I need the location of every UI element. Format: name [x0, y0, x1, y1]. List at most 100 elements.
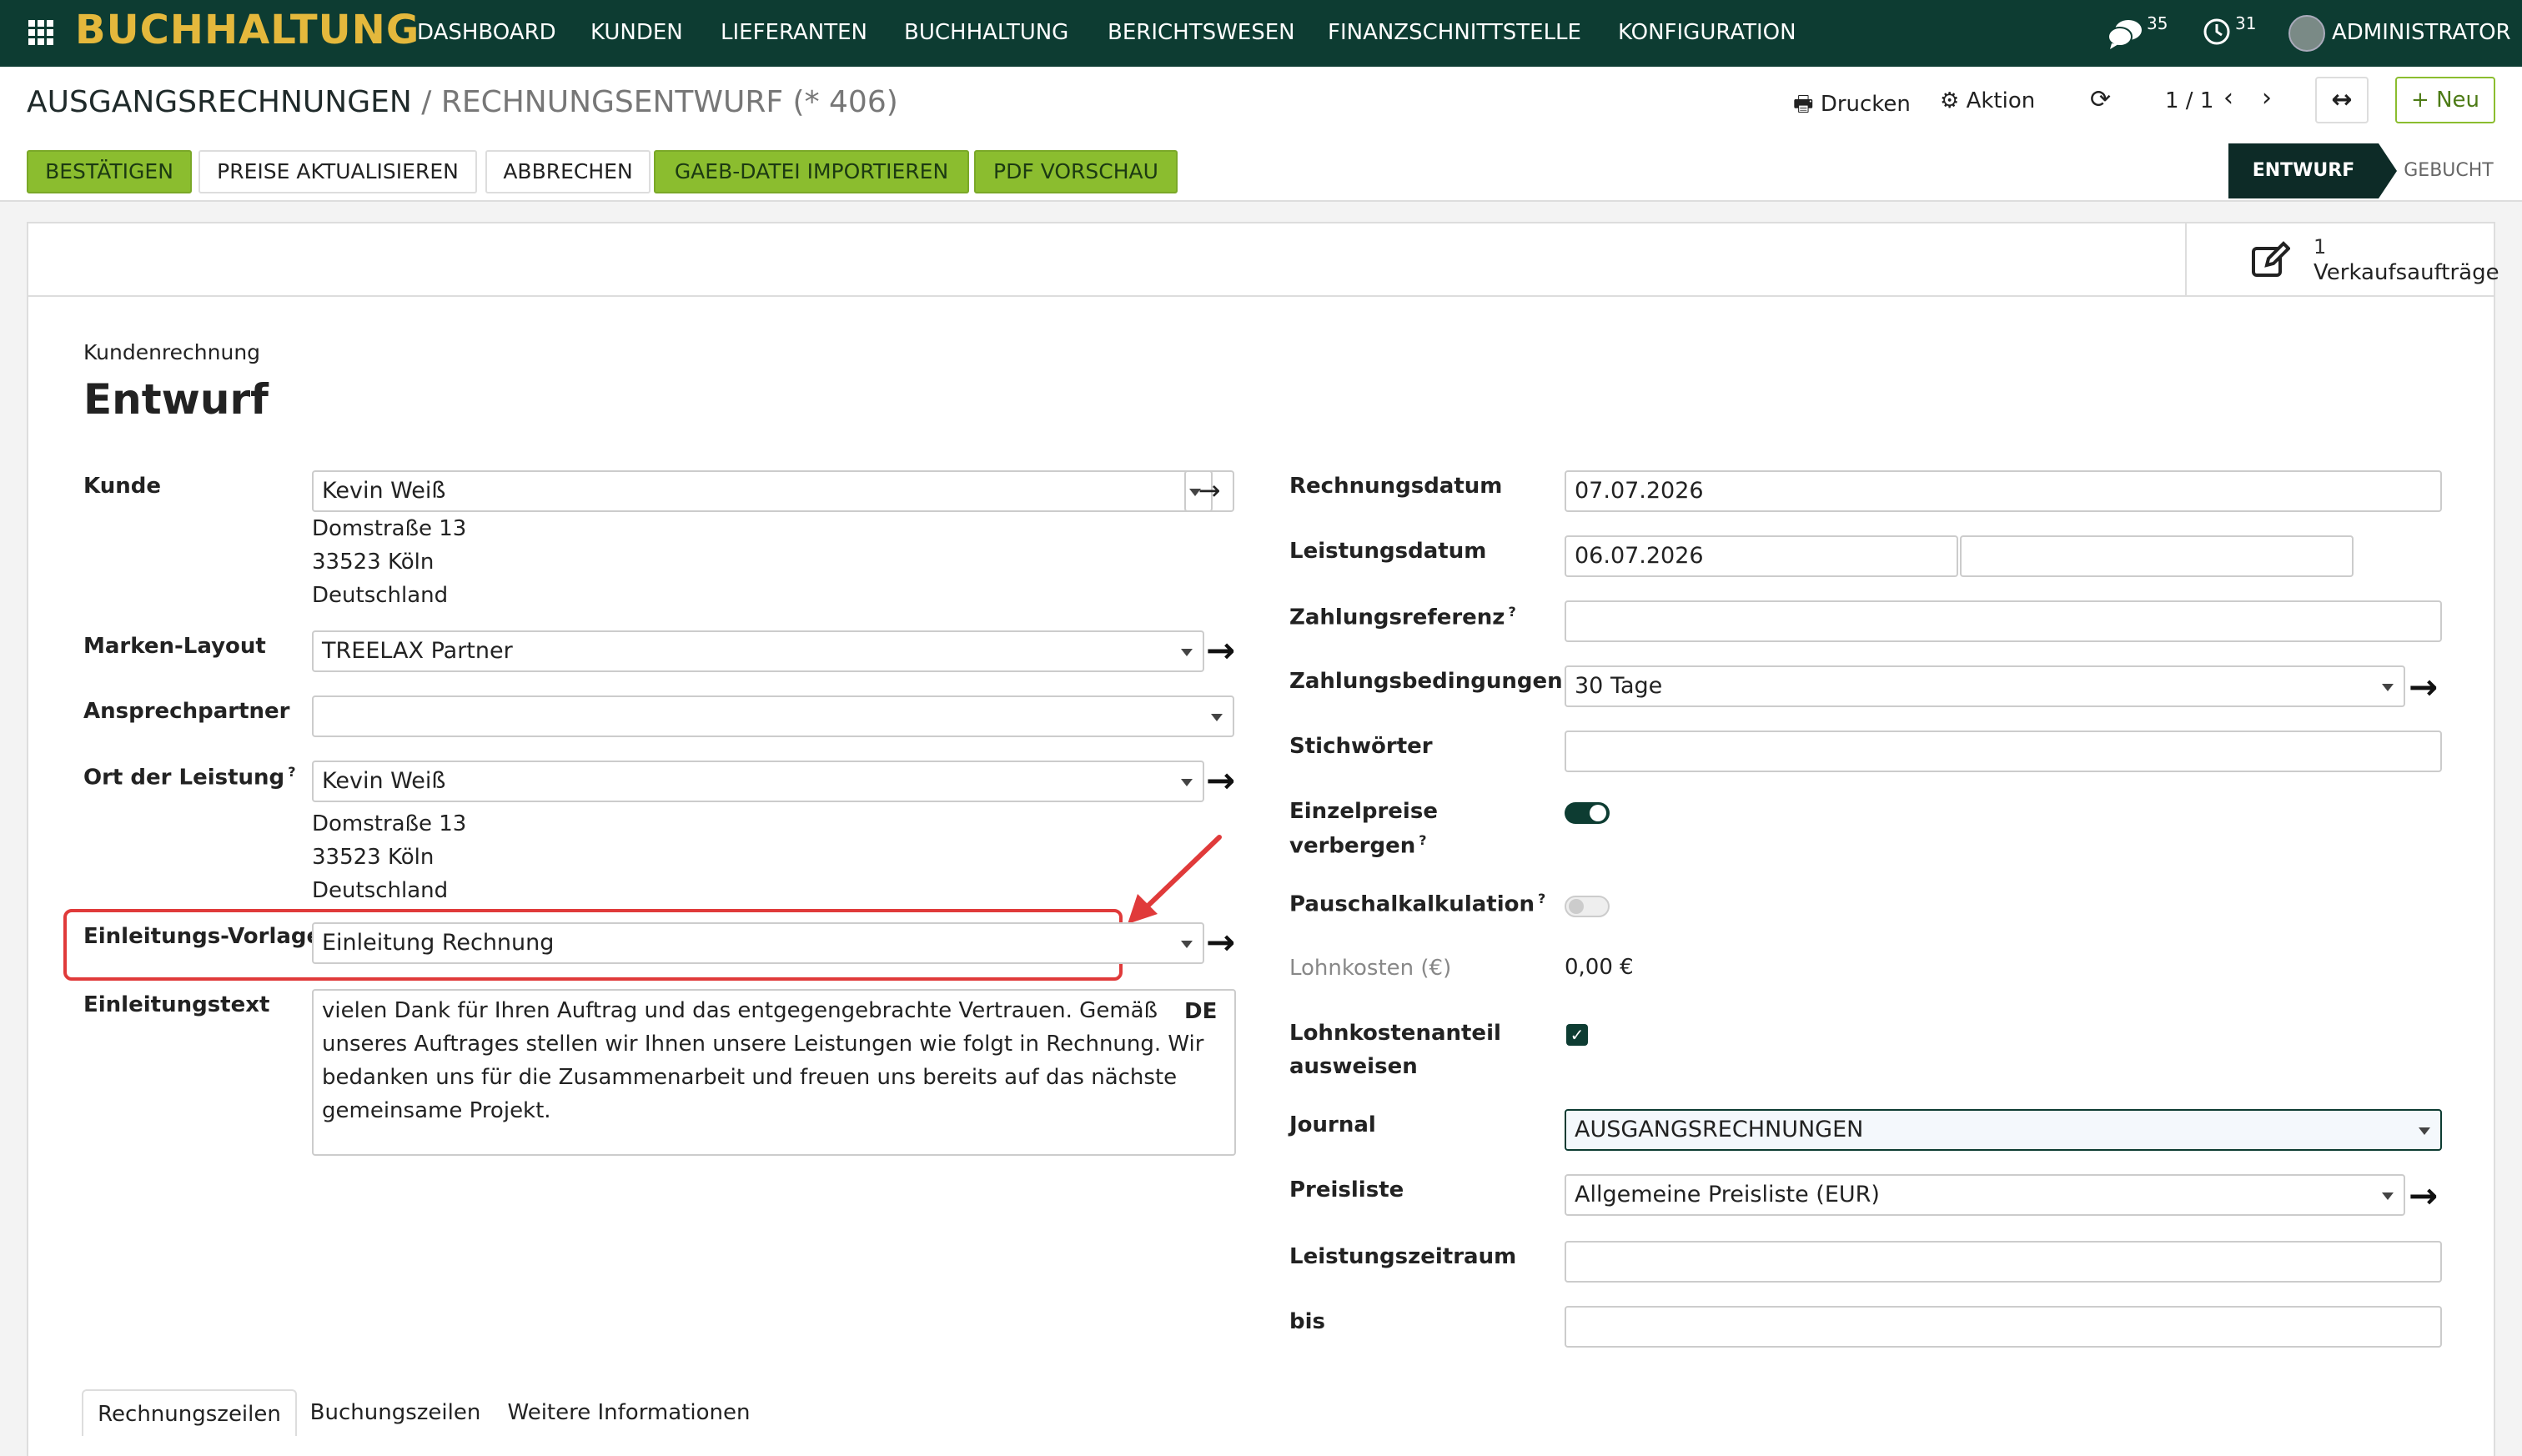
customer-value: Kevin Weiß	[322, 478, 446, 504]
top-navbar: BUCHHALTUNG DASHBOARD KUNDEN LIEFERANTEN…	[0, 0, 2522, 67]
brand-layout-open-icon[interactable]: →	[1206, 633, 1235, 668]
status-draft[interactable]: ENTWURF	[2228, 143, 2379, 198]
payment-terms-select[interactable]: 30 Tage	[1565, 665, 2405, 707]
service-date-input[interactable]: 06.07.2026	[1565, 535, 1958, 577]
nav-berichtswesen[interactable]: BERICHTSWESEN	[1108, 20, 1295, 45]
clock-icon[interactable]	[2202, 17, 2232, 47]
hide-prices-label-cont: verbergen?	[1289, 832, 1427, 859]
nav-kunden[interactable]: KUNDEN	[590, 20, 683, 45]
tags-input[interactable]	[1565, 731, 2442, 772]
pricelist-open-icon[interactable]: →	[2409, 1178, 2438, 1213]
tags-label: Stichwörter	[1289, 734, 1433, 759]
printer-icon: 🖶	[1793, 92, 1814, 117]
until-input[interactable]	[1565, 1306, 2442, 1348]
customer-open-icon[interactable]: →	[1184, 470, 1234, 512]
edit-icon	[2252, 241, 2290, 277]
tab-invoice-lines[interactable]: Rechnungszeilen	[82, 1389, 297, 1436]
flat-calc-toggle[interactable]	[1565, 896, 1610, 917]
service-date-end-input[interactable]	[1960, 535, 2354, 577]
flat-calc-label-text: Pauschalkalkulation	[1289, 891, 1535, 917]
service-address-country: Deutschland	[312, 878, 449, 903]
sales-orders-count: 1	[2314, 235, 2327, 259]
messages-icon[interactable]	[2107, 17, 2143, 50]
service-place-open-icon[interactable]: →	[1206, 763, 1235, 798]
customer-select[interactable]: Kevin Weiß	[312, 470, 1213, 512]
status-posted[interactable]: GEBUCHT	[2397, 143, 2500, 198]
contact-select[interactable]	[312, 695, 1234, 737]
expand-width-icon[interactable]: ↔	[2315, 77, 2369, 123]
intro-template-select[interactable]: Einleitung Rechnung	[312, 922, 1204, 964]
payment-terms-open-icon[interactable]: →	[2409, 670, 2438, 705]
intro-text-area[interactable]: vielen Dank für Ihren Auftrag und das en…	[312, 989, 1236, 1156]
confirm-button[interactable]: BESTÄTIGEN	[27, 150, 192, 193]
pdf-preview-button[interactable]: PDF VORSCHAU	[974, 150, 1178, 193]
intro-template-value: Einleitung Rechnung	[322, 930, 555, 956]
language-badge[interactable]: DE	[1184, 999, 1217, 1024]
labor-cost-value: 0,00 €	[1565, 955, 1634, 980]
service-address-city: 33523 Köln	[312, 845, 435, 870]
brand-layout-value: TREELAX Partner	[322, 638, 513, 664]
tab-other-info[interactable]: Weitere Informationen	[504, 1389, 754, 1436]
nav-finanzschnittstelle[interactable]: FINANZSCHNITTSTELLE	[1328, 20, 1581, 45]
payment-ref-label: Zahlungsreferenz?	[1289, 604, 1516, 630]
journal-value: AUSGANGSRECHNUNGEN	[1575, 1117, 1864, 1142]
payment-terms-label: Zahlungsbedingungen	[1289, 669, 1563, 694]
intro-template-label: Einleitungs-Vorlage	[83, 924, 322, 949]
customer-address-street: Domstraße 13	[312, 516, 467, 541]
page-title: Entwurf	[83, 375, 269, 424]
labor-share-checkbox[interactable]: ✓	[1566, 1024, 1588, 1046]
document-type: Kundenrechnung	[83, 340, 261, 364]
help-icon[interactable]: ?	[1419, 832, 1426, 848]
intro-template-open-icon[interactable]: →	[1206, 925, 1235, 960]
nav-konfiguration[interactable]: KONFIGURATION	[1618, 20, 1796, 45]
period-label: Leistungszeitraum	[1289, 1244, 1517, 1269]
pager-prev-icon[interactable]: ‹	[2223, 83, 2233, 113]
brand-title[interactable]: BUCHHALTUNG	[75, 7, 419, 53]
nav-dashboard[interactable]: DASHBOARD	[417, 20, 556, 45]
cancel-button[interactable]: ABBRECHEN	[485, 150, 651, 193]
update-prices-button[interactable]: PREISE AKTUALISIEREN	[198, 150, 477, 193]
breadcrumb: AUSGANGSRECHNUNGEN / RECHNUNGSENTWURF (*…	[27, 85, 898, 119]
print-button[interactable]: 🖶 Drucken	[1793, 88, 1911, 125]
help-icon[interactable]: ?	[1538, 891, 1545, 906]
tab-journal-items[interactable]: Buchungszeilen	[304, 1389, 487, 1436]
import-gaeb-button[interactable]: GAEB-DATEI IMPORTIEREN	[654, 150, 969, 193]
sales-orders-smart-button[interactable]: 1 Verkaufsaufträge	[2187, 223, 2499, 295]
breadcrumb-current: RECHNUNGSENTWURF (* 406)	[440, 85, 898, 119]
nav-buchhaltung[interactable]: BUCHHALTUNG	[904, 20, 1068, 45]
print-label: Drucken	[1820, 92, 1911, 117]
payment-ref-input[interactable]	[1565, 600, 2442, 642]
control-panel: AUSGANGSRECHNUNGEN / RECHNUNGSENTWURF (*…	[0, 67, 2522, 202]
pager-value[interactable]: 1 / 1	[2165, 88, 2213, 113]
avatar[interactable]	[2288, 15, 2325, 52]
labor-cost-label: Lohnkosten (€)	[1289, 956, 1452, 981]
pager-next-icon[interactable]: ›	[2262, 83, 2272, 113]
invoice-date-value: 07.07.2026	[1575, 478, 1704, 504]
brand-layout-select[interactable]: TREELAX Partner	[312, 630, 1204, 672]
service-date-label: Leistungsdatum	[1289, 539, 1487, 564]
apps-menu-icon[interactable]	[28, 20, 53, 45]
hide-prices-toggle[interactable]	[1565, 802, 1610, 824]
service-place-select[interactable]: Kevin Weiß	[312, 761, 1204, 802]
new-button[interactable]: + Neu	[2395, 77, 2495, 123]
new-label: Neu	[2436, 88, 2479, 113]
refresh-icon[interactable]: ⟳	[2090, 85, 2111, 114]
intro-text-line: unseres Auftrages stellen wir Ihnen unse…	[322, 1032, 1204, 1057]
plus-icon: +	[2411, 88, 2429, 113]
help-icon[interactable]: ?	[288, 764, 295, 780]
user-menu[interactable]: ADMINISTRATOR	[2332, 20, 2511, 45]
invoice-date-input[interactable]: 07.07.2026	[1565, 470, 2442, 512]
help-icon[interactable]: ?	[1508, 604, 1515, 620]
period-input[interactable]	[1565, 1241, 2442, 1283]
sales-orders-label: Verkaufsaufträge	[2314, 260, 2499, 285]
pricelist-select[interactable]: Allgemeine Preisliste (EUR)	[1565, 1174, 2405, 1216]
nav-lieferanten[interactable]: LIEFERANTEN	[721, 20, 867, 45]
journal-select[interactable]: AUSGANGSRECHNUNGEN	[1565, 1109, 2442, 1151]
intro-text-line: gemeinsame Projekt.	[322, 1098, 551, 1123]
labor-share-label-cont: ausweisen	[1289, 1054, 1418, 1079]
action-button[interactable]: ⚙ Aktion	[1940, 88, 2035, 113]
pricelist-label: Preisliste	[1289, 1177, 1404, 1202]
customer-address-city: 33523 Köln	[312, 550, 435, 575]
intro-text-line: bedanken uns für die Zusammenarbeit und …	[322, 1065, 1178, 1090]
breadcrumb-parent[interactable]: AUSGANGSRECHNUNGEN	[27, 85, 412, 119]
